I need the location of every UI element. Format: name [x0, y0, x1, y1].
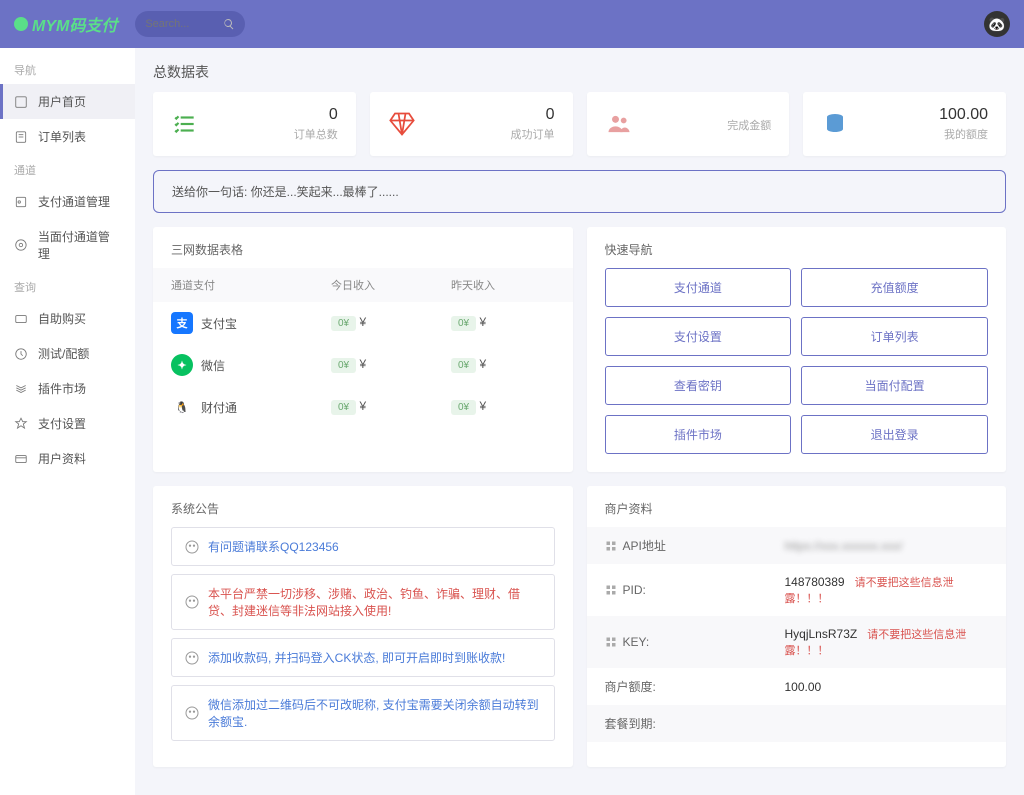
sidebar-item-test[interactable]: 测试/配额: [0, 336, 135, 371]
merchant-card: 商户资料 API地址https://xxx.xxxxxx.xxx/PID:148…: [587, 486, 1007, 767]
main-content: 总数据表 0订单总数 0成功订单 完成金额 100.00我的额度 送给你一句话:…: [135, 48, 1024, 795]
stat-card-total: 0订单总数: [153, 92, 356, 156]
sidebar: 导航 用户首页 订单列表 通道 支付通道管理 当面付通道管理 查询 自助购买 测…: [0, 48, 135, 795]
quicknav-button[interactable]: 支付设置: [605, 317, 792, 356]
sidebar-item-selfbuy[interactable]: 自助购买: [0, 301, 135, 336]
sidebar-item-profile[interactable]: 用户资料: [0, 441, 135, 476]
list-icon: [171, 110, 199, 138]
quicknav-button[interactable]: 退出登录: [801, 415, 988, 454]
quicknav-button[interactable]: 充值额度: [801, 268, 988, 307]
topbar: MYM码支付 🐼: [0, 0, 1024, 48]
stat-card-balance: 100.00我的额度: [803, 92, 1006, 156]
info-row: API地址https://xxx.xxxxxx.xxx/: [587, 527, 1007, 564]
sidebar-item-f2fchannel[interactable]: 当面付通道管理: [0, 219, 135, 271]
announce-card: 系统公告 有问题请联系QQ123456 本平台严禁一切涉移、涉赌、政治、钓鱼、诈骗…: [153, 486, 573, 767]
table-row: 支支付宝 0¥ ¥ 0¥ ¥: [153, 302, 573, 344]
card-title: 快速导航: [587, 227, 1007, 268]
search-box[interactable]: [135, 11, 245, 37]
logo: MYM码支付: [14, 12, 117, 36]
announce-item: 有问题请联系QQ123456: [171, 527, 555, 566]
search-input[interactable]: [145, 18, 217, 30]
stat-card-success: 0成功订单: [370, 92, 573, 156]
stat-card-amount: 完成金额: [587, 92, 790, 156]
info-row: KEY:HyqjLnsR73Z请不要把这些信息泄露！！！: [587, 616, 1007, 668]
stats-row: 0订单总数 0成功订单 完成金额 100.00我的额度: [153, 92, 1006, 156]
announce-item: 本平台严禁一切涉移、涉赌、政治、钓鱼、诈骗、理财、借贷、封建迷信等非法网站接入使…: [171, 574, 555, 630]
sidebar-category: 查询: [0, 271, 135, 301]
info-row: 套餐到期:: [587, 705, 1007, 742]
card-title: 三网数据表格: [153, 227, 573, 268]
card-title: 商户资料: [587, 486, 1007, 527]
announce-item: 添加收款码, 并扫码登入CK状态, 即可开启即时到账收款!: [171, 638, 555, 677]
alipay-icon: 支: [171, 312, 193, 334]
page-title: 总数据表: [153, 62, 1006, 82]
diamond-icon: [388, 110, 416, 138]
quicknav-button[interactable]: 当面付配置: [801, 366, 988, 405]
quicknav-button[interactable]: 查看密钥: [605, 366, 792, 405]
card-title: 系统公告: [153, 486, 573, 527]
table-row: 🐧财付通 0¥ ¥ 0¥ ¥: [153, 386, 573, 428]
search-icon: [223, 18, 235, 30]
database-icon: [821, 110, 849, 138]
avatar[interactable]: 🐼: [984, 11, 1010, 37]
table-header: 通道支付 今日收入 昨天收入: [153, 268, 573, 302]
tip-bar: 送给你一句话: 你还是...笑起来...最棒了......: [153, 170, 1006, 213]
sidebar-item-orders[interactable]: 订单列表: [0, 119, 135, 154]
quicknav-button[interactable]: 支付通道: [605, 268, 792, 307]
sidebar-item-home[interactable]: 用户首页: [0, 84, 135, 119]
quicknav-button[interactable]: 订单列表: [801, 317, 988, 356]
payment-table-card: 三网数据表格 通道支付 今日收入 昨天收入 支支付宝 0¥ ¥ 0¥ ¥ ✦微信…: [153, 227, 573, 472]
sidebar-item-plugins[interactable]: 插件市场: [0, 371, 135, 406]
quicknav-button[interactable]: 插件市场: [605, 415, 792, 454]
sidebar-category: 导航: [0, 54, 135, 84]
quicknav-card: 快速导航 支付通道充值额度支付设置订单列表查看密钥当面付配置插件市场退出登录: [587, 227, 1007, 472]
sidebar-category: 通道: [0, 154, 135, 184]
sidebar-item-paysettings[interactable]: 支付设置: [0, 406, 135, 441]
users-icon: [605, 110, 633, 138]
table-row: ✦微信 0¥ ¥ 0¥ ¥: [153, 344, 573, 386]
sidebar-item-paychannel[interactable]: 支付通道管理: [0, 184, 135, 219]
wechat-icon: ✦: [171, 354, 193, 376]
announce-item: 微信添加过二维码后不可改昵称, 支付宝需要关闭余额自动转到余额宝.: [171, 685, 555, 741]
info-row: 商户额度:100.00: [587, 668, 1007, 705]
info-row: PID:148780389请不要把这些信息泄露！！！: [587, 564, 1007, 616]
qq-icon: 🐧: [171, 396, 193, 418]
